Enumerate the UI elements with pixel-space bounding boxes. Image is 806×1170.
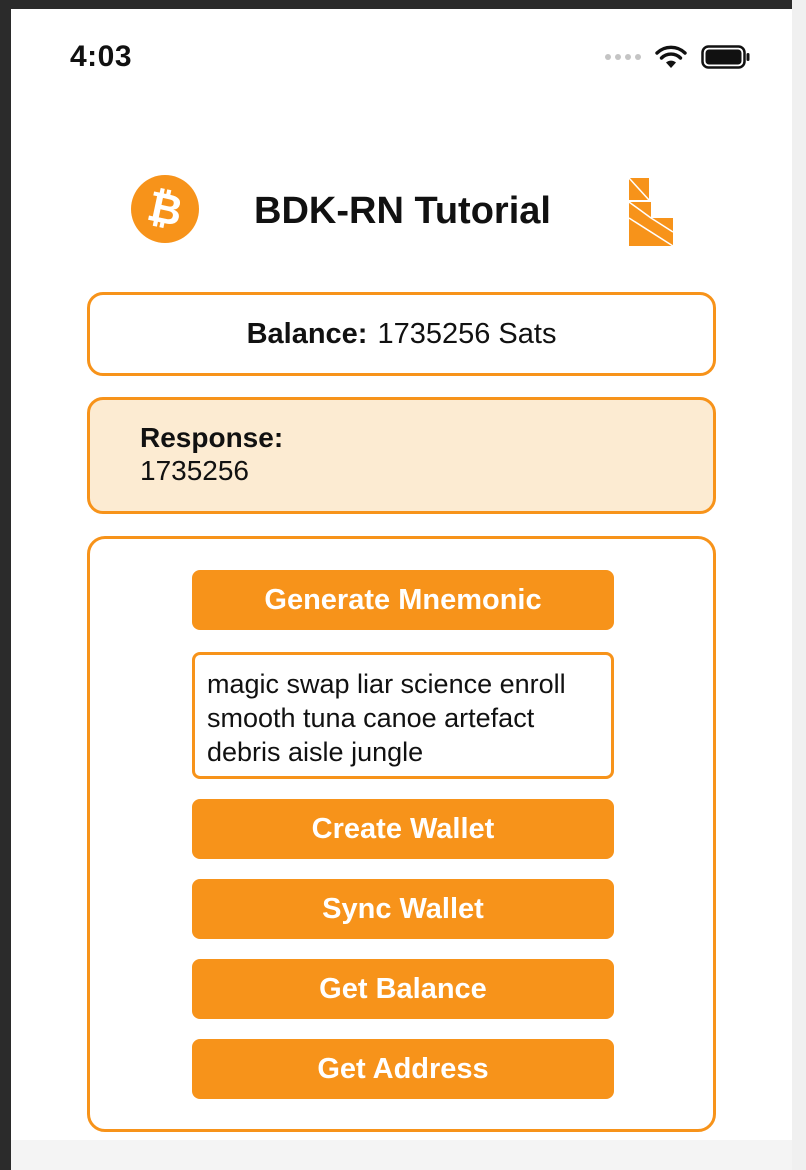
window-right-border (792, 0, 806, 1170)
status-icons (605, 42, 751, 72)
get-balance-button[interactable]: Get Balance (192, 959, 614, 1019)
cellular-signal-icon (605, 54, 641, 60)
sync-wallet-button[interactable]: Sync Wallet (192, 879, 614, 939)
balance-label: Balance: (246, 317, 368, 350)
generate-mnemonic-button[interactable]: Generate Mnemonic (192, 570, 614, 630)
get-address-button[interactable]: Get Address (192, 1039, 614, 1099)
balance-card: Balance: 1735256 Sats (87, 292, 716, 376)
balance-value: 1735256 Sats (377, 317, 557, 350)
response-card: Response: 1735256 (87, 397, 716, 514)
response-label: Response: (140, 422, 284, 453)
action-panel: Generate Mnemonic magic swap liar scienc… (87, 536, 716, 1132)
battery-icon (701, 45, 750, 69)
mnemonic-input[interactable]: magic swap liar science enroll smooth tu… (192, 652, 614, 779)
response-value: 1735256 (140, 455, 250, 486)
bdk-icon (628, 177, 674, 247)
home-area (11, 1140, 792, 1170)
wifi-icon (655, 45, 687, 68)
status-time: 4:03 (70, 40, 133, 73)
window-left-border (0, 0, 11, 1170)
window-top-border (0, 0, 806, 9)
page-title: BDK-RN Tutorial (254, 190, 551, 232)
create-wallet-button[interactable]: Create Wallet (192, 799, 614, 859)
